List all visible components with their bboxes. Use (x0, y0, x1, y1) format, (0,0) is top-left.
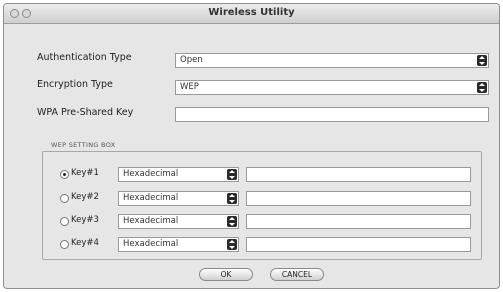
key1-format-value: Hexadecimal (123, 169, 179, 179)
encryption-type-label: Encryption Type (37, 79, 113, 90)
window-title: Wireless Utility (208, 7, 295, 18)
key4-format-select[interactable]: Hexadecimal (118, 237, 239, 252)
chevron-updown-icon (477, 82, 487, 93)
key1-label: Key#1 (71, 168, 99, 178)
auth-type-value: Open (180, 55, 203, 65)
chevron-updown-icon (227, 169, 237, 180)
key3-format-value: Hexadecimal (123, 216, 179, 226)
chevron-updown-icon (477, 55, 487, 66)
key3-format-select[interactable]: Hexadecimal (118, 214, 239, 229)
key3-label: Key#3 (71, 215, 99, 225)
auth-type-label: Authentication Type (37, 52, 132, 63)
key3-radio[interactable] (60, 217, 69, 226)
key2-input[interactable] (246, 191, 471, 206)
chevron-updown-icon (227, 193, 237, 204)
key2-label: Key#2 (71, 192, 99, 202)
key2-format-select[interactable]: Hexadecimal (118, 191, 239, 206)
key4-label: Key#4 (71, 238, 99, 248)
chevron-updown-icon (227, 239, 237, 250)
key3-input[interactable] (246, 214, 471, 229)
key4-input[interactable] (246, 237, 471, 252)
cancel-button[interactable]: CANCEL (270, 268, 324, 281)
key1-format-select[interactable]: Hexadecimal (118, 167, 239, 182)
wpa-psk-input[interactable] (175, 107, 489, 122)
key2-radio[interactable] (60, 194, 69, 203)
wep-setting-title: WEP SETTING BOX (49, 141, 118, 149)
key4-format-value: Hexadecimal (123, 239, 179, 249)
chevron-updown-icon (227, 216, 237, 227)
wireless-utility-window: Wireless Utility Authentication Type Ope… (3, 3, 500, 289)
ok-button[interactable]: OK (199, 268, 253, 281)
encryption-type-select[interactable]: WEP (175, 80, 489, 95)
key4-radio[interactable] (60, 240, 69, 249)
encryption-type-value: WEP (180, 82, 199, 92)
key2-format-value: Hexadecimal (123, 193, 179, 203)
wpa-psk-label: WPA Pre-Shared Key (37, 107, 134, 118)
key1-input[interactable] (246, 167, 471, 182)
key1-radio[interactable] (60, 170, 69, 179)
auth-type-select[interactable]: Open (175, 53, 489, 68)
title-bar: Wireless Utility (4, 4, 499, 24)
